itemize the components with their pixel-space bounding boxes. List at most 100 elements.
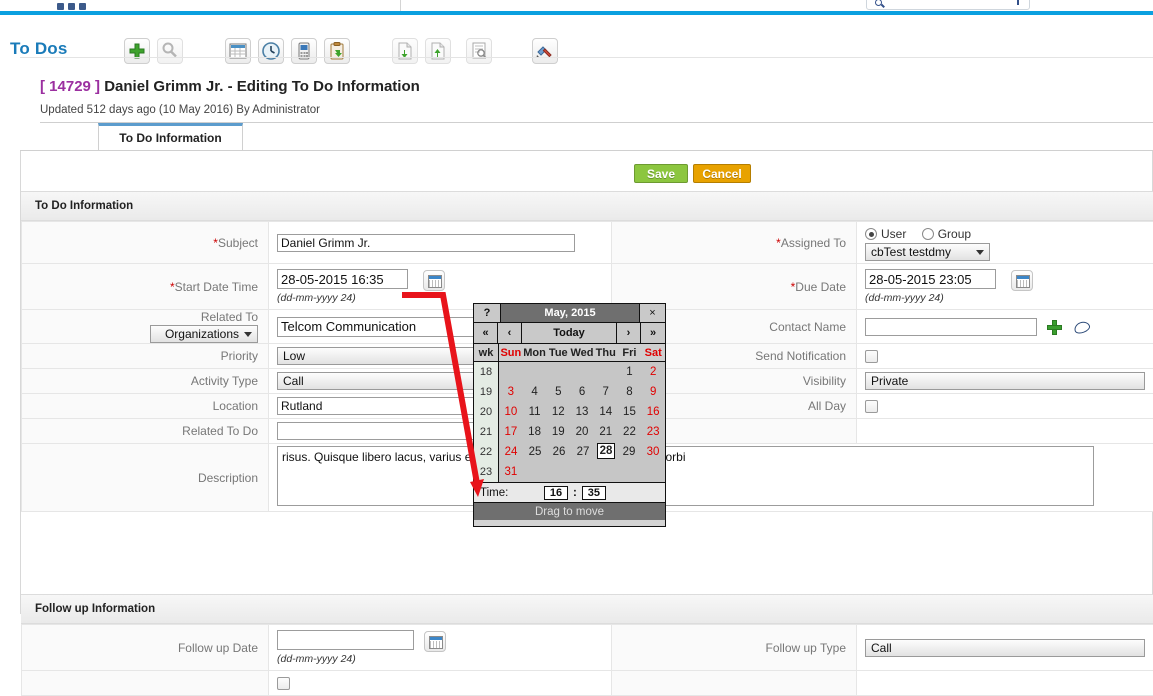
calendar-week-number[interactable]: 20 xyxy=(474,402,499,422)
follow-up-type-select[interactable]: Call xyxy=(865,639,1145,657)
calendar-day-cell[interactable]: 24 xyxy=(499,442,523,462)
calendar-day-cell[interactable]: 13 xyxy=(570,402,594,422)
label-start-date-time: *Start Date Time xyxy=(22,264,269,310)
calendar-dow-fri[interactable]: Fri xyxy=(618,344,642,361)
start-date-time-input[interactable] xyxy=(277,269,408,289)
add-contact-icon[interactable] xyxy=(1047,320,1062,335)
calendar-day-cell[interactable]: 9 xyxy=(641,382,665,402)
calendar-day-cell[interactable]: 31 xyxy=(499,462,523,482)
calendar-day-cell[interactable]: 21 xyxy=(594,422,618,442)
clear-contact-icon[interactable] xyxy=(1072,320,1090,335)
follow-up-checkbox[interactable] xyxy=(277,677,290,690)
description-textarea[interactable]: risus. Quisque libero lacus, varius et, … xyxy=(277,446,1094,506)
device-icon[interactable] xyxy=(291,38,317,64)
calendar-day-cell[interactable]: 10 xyxy=(499,402,523,422)
calendar-day-cell[interactable]: 28 xyxy=(597,443,615,459)
calendar-empty-cell xyxy=(523,462,547,482)
calendar-day-cell[interactable]: 15 xyxy=(618,402,642,422)
due-date-input[interactable] xyxy=(865,269,996,289)
calendar-day-cell[interactable]: 19 xyxy=(546,422,570,442)
add-icon[interactable] xyxy=(124,38,150,64)
all-day-checkbox[interactable] xyxy=(865,400,878,413)
assigned-to-group-radio[interactable] xyxy=(922,228,934,240)
calendar-day-cell[interactable]: 27 xyxy=(571,442,595,462)
calendar-week-number[interactable]: 18 xyxy=(474,362,499,382)
calendar-title-bar: ? May, 2015 × xyxy=(474,304,665,323)
tools-icon[interactable] xyxy=(532,38,558,64)
priority-value: Low xyxy=(283,349,305,363)
start-date-calendar-icon[interactable] xyxy=(423,270,445,291)
calendar-day-cell[interactable]: 6 xyxy=(570,382,594,402)
due-date-calendar-icon[interactable] xyxy=(1011,270,1033,291)
calendar-day-cell[interactable]: 29 xyxy=(617,442,641,462)
related-to-label: Related To xyxy=(22,310,258,324)
close-icon[interactable]: × xyxy=(639,304,665,322)
calendar-minute-input[interactable]: 35 xyxy=(582,486,606,500)
calendar-view-icon[interactable] xyxy=(225,38,251,64)
calendar-week-number[interactable]: 23 xyxy=(474,462,499,482)
calendar-day-cell[interactable]: 5 xyxy=(546,382,570,402)
follow-up-date-input[interactable] xyxy=(277,630,414,650)
calendar-prev-year-button[interactable]: « xyxy=(474,323,498,343)
send-notification-checkbox[interactable] xyxy=(865,350,878,363)
calendar-week-number[interactable]: 19 xyxy=(474,382,499,402)
calendar-help-button[interactable]: ? xyxy=(474,304,501,322)
clipboard-icon[interactable] xyxy=(324,38,350,64)
calendar-hour-input[interactable]: 16 xyxy=(544,486,568,500)
calendar-prev-month-button[interactable]: ‹ xyxy=(498,323,522,343)
toolbar-divider xyxy=(400,0,401,11)
export-icon[interactable] xyxy=(425,38,451,64)
calendar-day-cell[interactable]: 17 xyxy=(499,422,523,442)
calendar-day-cell[interactable]: 14 xyxy=(594,402,618,422)
visibility-value: Private xyxy=(871,374,908,388)
calendar-day-cell[interactable]: 1 xyxy=(618,362,642,382)
import-icon[interactable] xyxy=(392,38,418,64)
related-to-module-select[interactable]: Organizations xyxy=(150,325,258,343)
calendar-day-cell[interactable]: 3 xyxy=(499,382,523,402)
calendar-day-cell[interactable]: 23 xyxy=(641,422,665,442)
calendar-day-cell[interactable]: 20 xyxy=(570,422,594,442)
calendar-week-number[interactable]: 21 xyxy=(474,422,499,442)
calendar-dow-tue[interactable]: Tue xyxy=(546,344,570,361)
calendar-drag-handle[interactable]: Drag to move xyxy=(474,502,665,520)
calendar-month-title[interactable]: May, 2015 xyxy=(501,304,639,322)
visibility-select[interactable]: Private xyxy=(865,372,1145,390)
calendar-day-cell[interactable]: 18 xyxy=(523,422,547,442)
calendar-today-button[interactable]: Today xyxy=(522,323,617,343)
calendar-day-cell[interactable]: 12 xyxy=(546,402,570,422)
calendar-dow-sun[interactable]: Sun xyxy=(499,344,523,361)
date-picker-popup[interactable]: ? May, 2015 × « ‹ Today › » wk Sun Mon T… xyxy=(473,303,666,527)
calendar-dow-thu[interactable]: Thu xyxy=(594,344,618,361)
calendar-day-cell[interactable]: 8 xyxy=(618,382,642,402)
assigned-to-user-radio[interactable] xyxy=(865,228,877,240)
tab-to-do-information[interactable]: To Do Information xyxy=(98,123,243,151)
calendar-day-cell[interactable]: 7 xyxy=(594,382,618,402)
assigned-to-user-label: User xyxy=(881,227,906,241)
apps-grid-icon[interactable] xyxy=(57,2,97,10)
contact-name-input[interactable] xyxy=(865,318,1037,336)
calendar-day-cell[interactable]: 25 xyxy=(523,442,547,462)
calendar-dow-mon[interactable]: Mon xyxy=(523,344,547,361)
calendar-day-cell[interactable]: 30 xyxy=(641,442,665,462)
calendar-next-year-button[interactable]: » xyxy=(641,323,665,343)
follow-up-date-calendar-icon[interactable] xyxy=(424,631,446,652)
calendar-day-cell[interactable]: 16 xyxy=(641,402,665,422)
calendar-dow-sat[interactable]: Sat xyxy=(641,344,665,361)
assigned-to-select[interactable]: cbTest testdmy xyxy=(865,243,990,261)
print-preview-icon[interactable] xyxy=(466,38,492,64)
calendar-day-cell[interactable]: 4 xyxy=(523,382,547,402)
save-button[interactable]: Save xyxy=(634,164,688,183)
subject-input[interactable] xyxy=(277,234,575,252)
calendar-day-cell[interactable]: 2 xyxy=(641,362,665,382)
search-icon[interactable] xyxy=(157,38,183,64)
search-input[interactable] xyxy=(866,0,1030,10)
cancel-button[interactable]: Cancel xyxy=(693,164,751,183)
calendar-day-cell[interactable]: 22 xyxy=(618,422,642,442)
calendar-day-cell[interactable]: 11 xyxy=(523,402,547,422)
calendar-body: 1812193456789201011121314151621171819202… xyxy=(474,362,665,482)
calendar-next-month-button[interactable]: › xyxy=(617,323,641,343)
calendar-dow-wed[interactable]: Wed xyxy=(570,344,594,361)
calendar-day-cell[interactable]: 26 xyxy=(547,442,571,462)
calendar-week-number[interactable]: 22 xyxy=(474,442,499,462)
clock-icon[interactable] xyxy=(258,38,284,64)
